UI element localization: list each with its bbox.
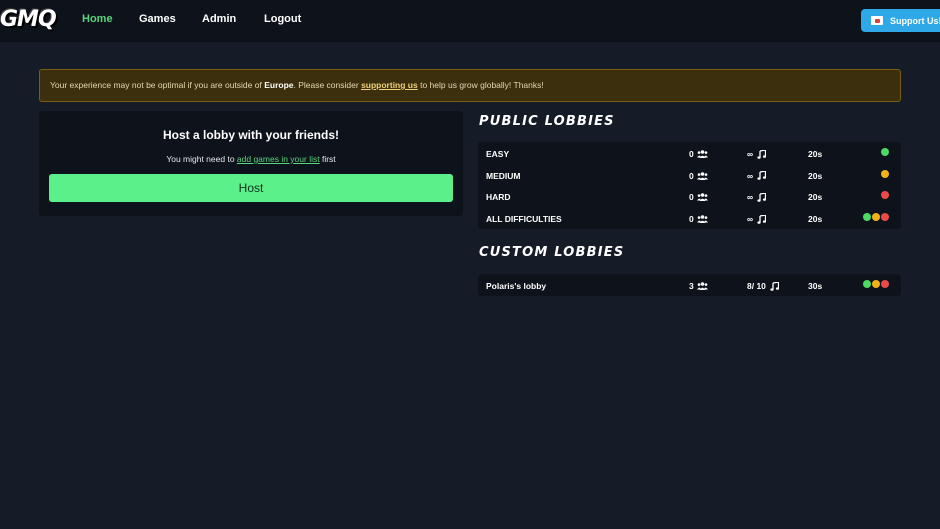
kofi-cup-icon xyxy=(871,16,883,25)
lobby-players: 0 xyxy=(689,192,708,202)
lobby-name: EASY xyxy=(486,149,510,159)
host-button[interactable]: Host xyxy=(49,174,453,202)
banner-text-1: Your experience may not be optimal if yo… xyxy=(50,80,265,90)
lobby-guess-time: 20s xyxy=(808,192,823,203)
host-sub-after: first xyxy=(319,154,336,164)
music-note-icon xyxy=(757,171,767,180)
difficulty-dot-green xyxy=(863,213,871,222)
banner-support-link[interactable]: supporting us xyxy=(361,80,418,90)
users-icon xyxy=(696,215,708,224)
lobby-player-count: 0 xyxy=(689,170,694,181)
lobby-songs: ∞ xyxy=(747,149,767,159)
host-card-title: Host a lobby with your friends! xyxy=(162,128,339,142)
support-us-label: Support Us! xyxy=(890,15,940,26)
difficulty-dot-yellow xyxy=(872,280,880,288)
lobby-songs: ∞ xyxy=(747,214,767,225)
host-lobby-card: Host a lobby with your friends! You migh… xyxy=(39,111,463,216)
host-card-subtitle: You might need to add games in your list… xyxy=(39,154,463,164)
lobby-players: 3 xyxy=(689,281,708,291)
lobby-row[interactable]: EASY 0 ∞ 20s xyxy=(478,142,901,164)
difficulty-dot-green xyxy=(881,148,889,156)
lobby-difficulty-dots xyxy=(862,213,889,222)
music-note-icon xyxy=(757,214,767,224)
public-lobbies-title: Public lobbies xyxy=(479,114,615,129)
lobby-guess-time: 20s xyxy=(808,170,823,181)
custom-lobbies-title: Custom lobbies xyxy=(479,245,625,260)
lobby-row[interactable]: Polaris's lobby 3 8/ 10 30s xyxy=(478,274,901,296)
lobby-songs: ∞ xyxy=(747,192,767,203)
banner-text-2: . Please consider xyxy=(293,80,362,90)
host-sub-before: You might need to xyxy=(166,154,237,164)
lobby-guess-time: 20s xyxy=(808,149,823,159)
difficulty-dot-red xyxy=(881,191,889,200)
lobby-player-count: 3 xyxy=(689,281,694,291)
lobby-difficulty-dots xyxy=(880,191,889,200)
lobby-players: 0 xyxy=(689,149,708,159)
lobby-player-count: 0 xyxy=(689,149,694,159)
lobby-row[interactable]: MEDIUM 0 ∞ 20s xyxy=(478,164,901,186)
banner-text-3: to help us grow globally! Thanks! xyxy=(417,80,544,90)
lobby-difficulty-dots xyxy=(880,148,889,156)
lobby-song-count: ∞ xyxy=(747,149,754,159)
lobby-players: 0 xyxy=(689,214,708,224)
lobby-name: MEDIUM xyxy=(486,170,521,181)
nav-games-link[interactable]: Games xyxy=(139,13,176,25)
lobby-guess-time: 30s xyxy=(808,281,823,291)
users-icon xyxy=(696,193,708,202)
lobby-song-count: 8/ 10 xyxy=(747,281,766,291)
difficulty-dot-yellow xyxy=(881,169,889,178)
lobby-name: Polaris's lobby xyxy=(486,281,547,291)
lobby-difficulty-dots xyxy=(862,280,889,288)
difficulty-dot-green xyxy=(863,280,871,288)
nav-admin-link[interactable]: Admin xyxy=(202,13,236,25)
support-us-button[interactable]: Support Us! xyxy=(861,9,940,32)
users-icon xyxy=(696,282,708,290)
lobby-row[interactable]: ALL DIFFICULTIES 0 ∞ 20s xyxy=(478,207,901,229)
lobby-song-count: ∞ xyxy=(747,214,754,225)
lobby-player-count: 0 xyxy=(689,214,694,225)
users-icon xyxy=(696,150,708,158)
nav-home-link[interactable]: Home xyxy=(82,13,113,25)
lobby-name: HARD xyxy=(486,192,511,203)
music-note-icon xyxy=(757,192,767,202)
lobby-difficulty-dots xyxy=(880,169,889,178)
lobby-guess-time: 20s xyxy=(808,214,823,225)
difficulty-dot-yellow xyxy=(872,213,880,222)
app-logo[interactable]: GMQ xyxy=(0,6,57,34)
lobby-name: ALL DIFFICULTIES xyxy=(486,214,562,225)
difficulty-dot-red xyxy=(881,280,889,288)
nav-logout-link[interactable]: Logout xyxy=(264,13,301,25)
add-games-link[interactable]: add games in your list xyxy=(237,154,320,164)
public-lobbies-list: EASY 0 ∞ 20s MEDIUM 0 ∞ 20s HARD 0 ∞ 20s ALL DIFFICU… xyxy=(478,142,901,229)
users-icon xyxy=(696,171,708,180)
lobby-song-count: ∞ xyxy=(747,192,754,203)
banner-region: Europe xyxy=(264,80,294,90)
navbar: GMQ Home Games Admin Logout Support Us! xyxy=(0,0,940,42)
lobby-song-count: ∞ xyxy=(747,170,754,181)
lobby-songs: ∞ xyxy=(747,170,767,181)
lobby-songs: 8/ 10 xyxy=(747,281,779,291)
lobby-row[interactable]: HARD 0 ∞ 20s xyxy=(478,185,901,207)
custom-lobbies-list: Polaris's lobby 3 8/ 10 30s xyxy=(478,274,901,296)
lobby-player-count: 0 xyxy=(689,192,694,203)
region-warning-banner: Your experience may not be optimal if yo… xyxy=(39,69,901,102)
music-note-icon xyxy=(770,281,779,291)
difficulty-dot-red xyxy=(881,213,889,222)
lobby-players: 0 xyxy=(689,171,708,181)
music-note-icon xyxy=(757,149,767,159)
